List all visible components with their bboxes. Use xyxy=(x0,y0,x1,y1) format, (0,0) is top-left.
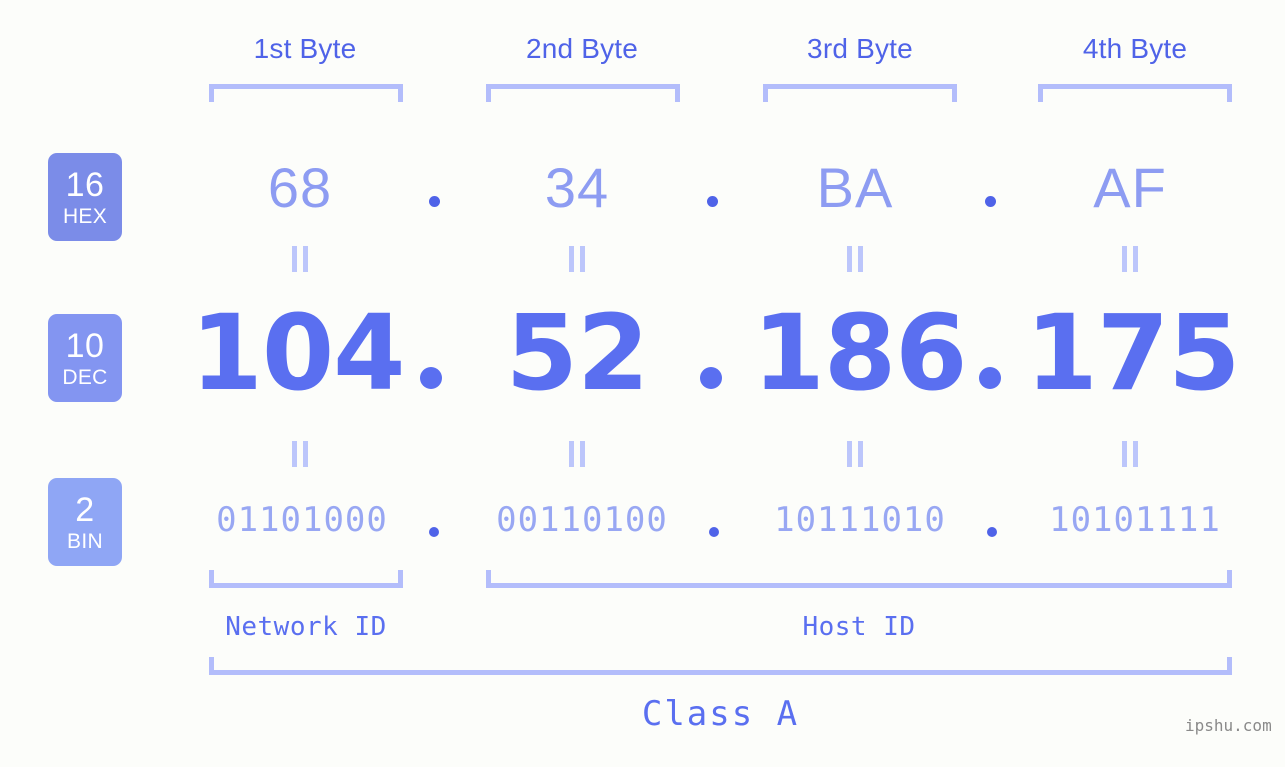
radix-badge-hex-number: 16 xyxy=(65,165,105,204)
equals-connector-hex-2 xyxy=(482,246,672,272)
radix-badge-bin: 2 BIN xyxy=(48,478,122,566)
equals-connector-dec-2 xyxy=(482,441,672,467)
hex-separator-1 xyxy=(429,196,440,207)
hex-separator-2 xyxy=(707,196,718,207)
byte-bracket-2 xyxy=(486,84,680,102)
bin-byte-3: 10111010 xyxy=(774,500,946,540)
bin-byte-2: 00110100 xyxy=(496,500,668,540)
radix-badge-bin-number: 2 xyxy=(75,490,95,529)
hex-separator-3 xyxy=(985,196,996,207)
byte-label-4: 4th Byte xyxy=(1082,33,1188,64)
radix-badge-hex-name: HEX xyxy=(62,204,108,228)
network-id-bracket xyxy=(209,570,403,588)
equals-connector-dec-1 xyxy=(205,441,395,467)
dec-byte-4: 175 xyxy=(1025,292,1240,414)
host-id-label: Host ID xyxy=(802,612,916,642)
dec-separator-3 xyxy=(979,367,1001,389)
class-bracket xyxy=(209,657,1232,675)
radix-badge-dec-name: DEC xyxy=(62,365,108,389)
radix-badge-dec: 10 DEC xyxy=(48,314,122,402)
equals-connector-hex-3 xyxy=(760,246,950,272)
byte-bracket-4 xyxy=(1038,84,1232,102)
dec-separator-2 xyxy=(700,367,722,389)
network-id-label: Network ID xyxy=(225,612,387,642)
hex-byte-4: AF xyxy=(1093,156,1167,219)
site-watermark: ipshu.com xyxy=(1185,716,1272,735)
byte-bracket-3 xyxy=(763,84,957,102)
byte-bracket-1 xyxy=(209,84,403,102)
equals-connector-hex-1 xyxy=(205,246,395,272)
bin-byte-1: 01101000 xyxy=(216,500,388,540)
bin-byte-4: 10101111 xyxy=(1049,500,1221,540)
byte-label-2: 2nd Byte xyxy=(525,33,639,64)
equals-connector-dec-4 xyxy=(1035,441,1225,467)
host-id-bracket xyxy=(486,570,1232,588)
hex-byte-2: 34 xyxy=(544,156,610,219)
class-label: Class A xyxy=(641,694,800,734)
hex-byte-1: 68 xyxy=(267,156,333,219)
radix-badge-bin-name: BIN xyxy=(67,529,103,553)
bin-separator-2 xyxy=(709,527,719,537)
bin-separator-1 xyxy=(429,527,439,537)
ip-breakdown-diagram: 1st Byte 2nd Byte 3rd Byte 4th Byte 16 H… xyxy=(0,0,1285,767)
dec-byte-3: 186 xyxy=(752,292,967,414)
radix-badge-hex: 16 HEX xyxy=(48,153,122,241)
byte-label-1: 1st Byte xyxy=(253,33,357,64)
dec-byte-2: 52 xyxy=(505,292,650,414)
dec-separator-1 xyxy=(420,367,442,389)
equals-connector-dec-3 xyxy=(760,441,950,467)
dec-byte-1: 104 xyxy=(190,292,405,414)
byte-label-3: 3rd Byte xyxy=(807,33,913,64)
equals-connector-hex-4 xyxy=(1035,246,1225,272)
hex-byte-3: BA xyxy=(816,156,894,219)
radix-badge-dec-number: 10 xyxy=(65,326,105,365)
bin-separator-3 xyxy=(987,527,997,537)
